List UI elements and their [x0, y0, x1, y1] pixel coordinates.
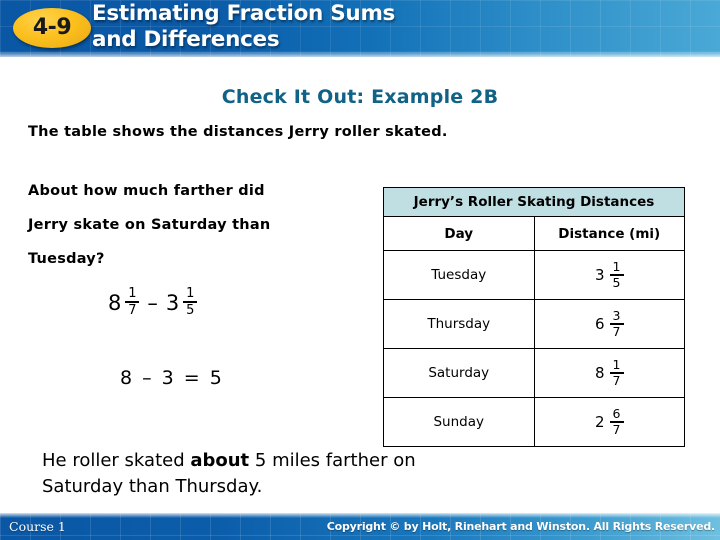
table-caption-row: Jerry’s Roller Skating Distances — [383, 187, 685, 217]
distance-whole: 2 — [594, 413, 605, 431]
conclusion-emphasis: about — [190, 450, 250, 471]
question-line-3: Tuesday? — [28, 251, 105, 267]
conclusion-part2: 5 miles farther on — [249, 450, 416, 471]
distances-table: Jerry’s Roller Skating Distances Day Dis… — [383, 187, 685, 447]
distance-numerator: 3 — [612, 307, 621, 323]
cell-day: Sunday — [383, 397, 535, 447]
distance-numerator: 1 — [612, 258, 621, 274]
cell-day: Saturday — [383, 348, 535, 398]
math-term-1: 8 1 7 — [108, 286, 140, 318]
slide-footer: Course 1 Copyright © by Holt, Rinehart a… — [0, 513, 720, 540]
math-term-1-fraction: 1 7 — [125, 286, 140, 318]
question-line-2: Jerry skate on Saturday than — [28, 217, 271, 233]
table-row: Sunday 2 6 7 — [383, 397, 685, 447]
distance-fraction: 1 7 — [609, 356, 624, 388]
math-term-1-denominator: 7 — [128, 302, 137, 318]
course-label: Course 1 — [9, 519, 66, 534]
math-answer-line: 8 – 3 = 5 — [120, 367, 224, 389]
mixed-number: 3 1 5 — [594, 258, 624, 290]
mixed-number: 2 6 7 — [594, 405, 624, 437]
cell-distance: 3 1 5 — [533, 250, 685, 300]
cell-distance: 6 3 7 — [533, 299, 685, 349]
distance-whole: 6 — [594, 315, 605, 333]
example-heading: Check It Out: Example 2B — [221, 86, 499, 108]
slide-header: 4-9 Estimating Fraction Sums and Differe… — [0, 0, 720, 57]
conclusion-part1: He roller skated — [42, 450, 191, 471]
lesson-number-label: 4-9 — [32, 15, 72, 40]
page-title: Estimating Fraction Sums and Differences — [92, 1, 652, 53]
distance-denominator: 7 — [612, 323, 621, 339]
math-term-2-numerator: 1 — [186, 286, 195, 301]
math-term-2-denominator: 5 — [186, 302, 195, 318]
distance-fraction: 1 5 — [609, 258, 624, 290]
lesson-number-badge: 4-9 — [13, 8, 91, 48]
table-caption: Jerry’s Roller Skating Distances — [383, 187, 685, 217]
intro-text: The table shows the distances Jerry roll… — [28, 124, 448, 140]
table-row: Thursday 6 3 7 — [383, 299, 685, 349]
mixed-number: 6 3 7 — [594, 307, 624, 339]
table-row: Tuesday 3 1 5 — [383, 250, 685, 300]
math-term-1-numerator: 1 — [128, 286, 137, 301]
math-term-1-whole: 8 — [108, 291, 122, 315]
conclusion-line2: Saturday than Thursday. — [42, 476, 263, 497]
table-row: Saturday 8 1 7 — [383, 348, 685, 398]
distance-denominator: 7 — [612, 372, 621, 388]
question-text: About how much farther did Jerry skate o… — [28, 174, 368, 276]
math-expression: 8 1 7 – 3 1 5 — [108, 286, 198, 318]
distance-fraction: 3 7 — [609, 307, 624, 339]
distance-denominator: 5 — [612, 274, 621, 290]
math-term-2: 3 1 5 — [165, 286, 198, 318]
distance-numerator: 1 — [612, 356, 621, 372]
distance-fraction: 6 7 — [609, 405, 624, 437]
column-header-day: Day — [383, 216, 535, 251]
footer-fade — [0, 513, 720, 518]
cell-day: Thursday — [383, 299, 535, 349]
distance-denominator: 7 — [612, 421, 621, 437]
column-header-distance: Distance (mi) — [533, 216, 685, 251]
page-title-line1: Estimating Fraction Sums — [92, 1, 396, 26]
question-line-1: About how much farther did — [28, 183, 265, 199]
conclusion-text: He roller skated about 5 miles farther o… — [42, 448, 602, 500]
distance-whole: 3 — [594, 266, 605, 284]
mixed-number: 8 1 7 — [594, 356, 624, 388]
table-header-row: Day Distance (mi) — [383, 216, 685, 251]
math-term-2-fraction: 1 5 — [183, 286, 198, 318]
cell-distance: 2 6 7 — [533, 397, 685, 447]
page-title-line2: and Differences — [92, 27, 280, 52]
cell-distance: 8 1 7 — [533, 348, 685, 398]
distance-whole: 8 — [594, 364, 605, 382]
distance-numerator: 6 — [612, 405, 621, 421]
cell-day: Tuesday — [383, 250, 535, 300]
math-operator: – — [147, 291, 158, 315]
copyright-notice: Copyright © by Holt, Rinehart and Winsto… — [326, 520, 715, 533]
math-term-2-whole: 3 — [165, 291, 180, 315]
